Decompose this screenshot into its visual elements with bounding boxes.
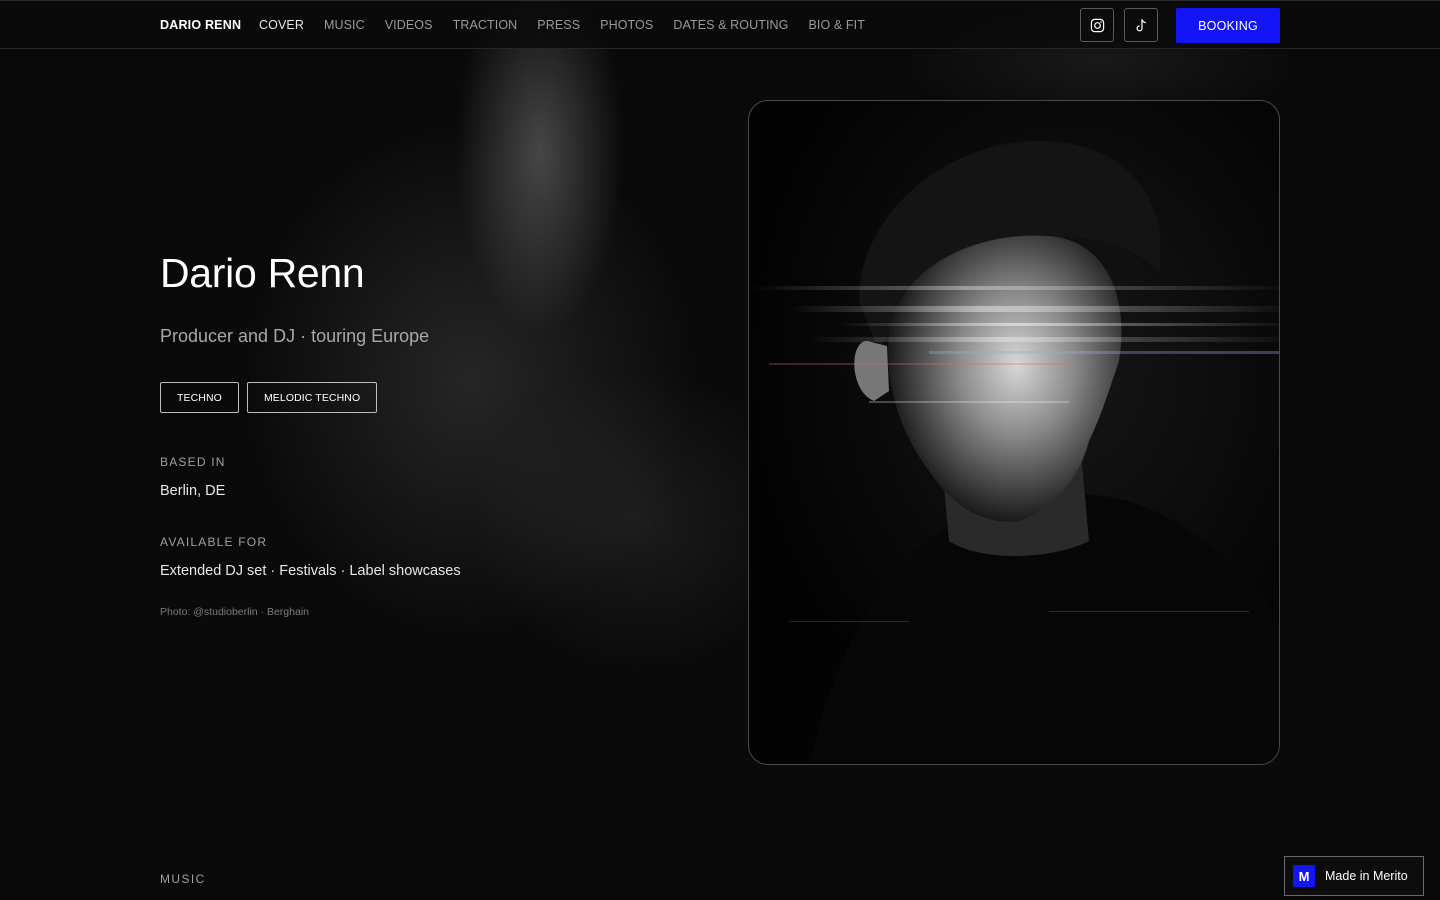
based-in-label: BASED IN	[160, 455, 226, 469]
tiktok-button[interactable]	[1124, 8, 1158, 42]
made-in-merito-badge[interactable]: M Made in Merito	[1284, 856, 1424, 896]
nav-link-videos[interactable]: VIDEOS	[385, 18, 433, 32]
genre-tag-techno: TECHNO	[160, 382, 239, 413]
genre-tags: TECHNO MELODIC TECHNO	[160, 382, 378, 413]
merito-logo-icon: M	[1293, 865, 1315, 887]
genre-tag-melodic-techno: MELODIC TECHNO	[246, 382, 378, 413]
top-nav: DARIO RENN COVER MUSIC VIDEOS TRACTION P…	[0, 0, 1440, 49]
available-for-value: Extended DJ set · Festivals · Label show…	[160, 563, 461, 579]
photo-credit: Photo: @studioberlin · Berghain	[160, 606, 309, 618]
nav-links: COVER MUSIC VIDEOS TRACTION PRESS PHOTOS…	[259, 18, 885, 32]
instagram-icon	[1090, 18, 1104, 32]
music-section-label: MUSIC	[160, 872, 206, 886]
nav-link-photos[interactable]: PHOTOS	[600, 18, 653, 32]
booking-button[interactable]: BOOKING	[1176, 8, 1280, 43]
tiktok-icon	[1136, 18, 1146, 31]
based-in-value: Berlin, DE	[160, 483, 226, 499]
badge-text: Made in Merito	[1325, 869, 1408, 883]
nav-link-traction[interactable]: TRACTION	[453, 18, 518, 32]
artist-portrait	[748, 100, 1280, 765]
instagram-button[interactable]	[1080, 8, 1114, 42]
artist-name: Dario Renn	[160, 250, 365, 296]
nav-link-bio-fit[interactable]: BIO & FIT	[809, 18, 865, 32]
nav-link-press[interactable]: PRESS	[537, 18, 580, 32]
nav-link-dates-routing[interactable]: DATES & ROUTING	[673, 18, 788, 32]
artist-tagline: Producer and DJ · touring Europe	[160, 326, 430, 346]
nav-link-cover[interactable]: COVER	[259, 18, 304, 32]
available-for-label: AVAILABLE FOR	[160, 535, 268, 549]
nav-link-music[interactable]: MUSIC	[324, 18, 365, 32]
brand-logo[interactable]: DARIO RENN	[160, 18, 241, 32]
